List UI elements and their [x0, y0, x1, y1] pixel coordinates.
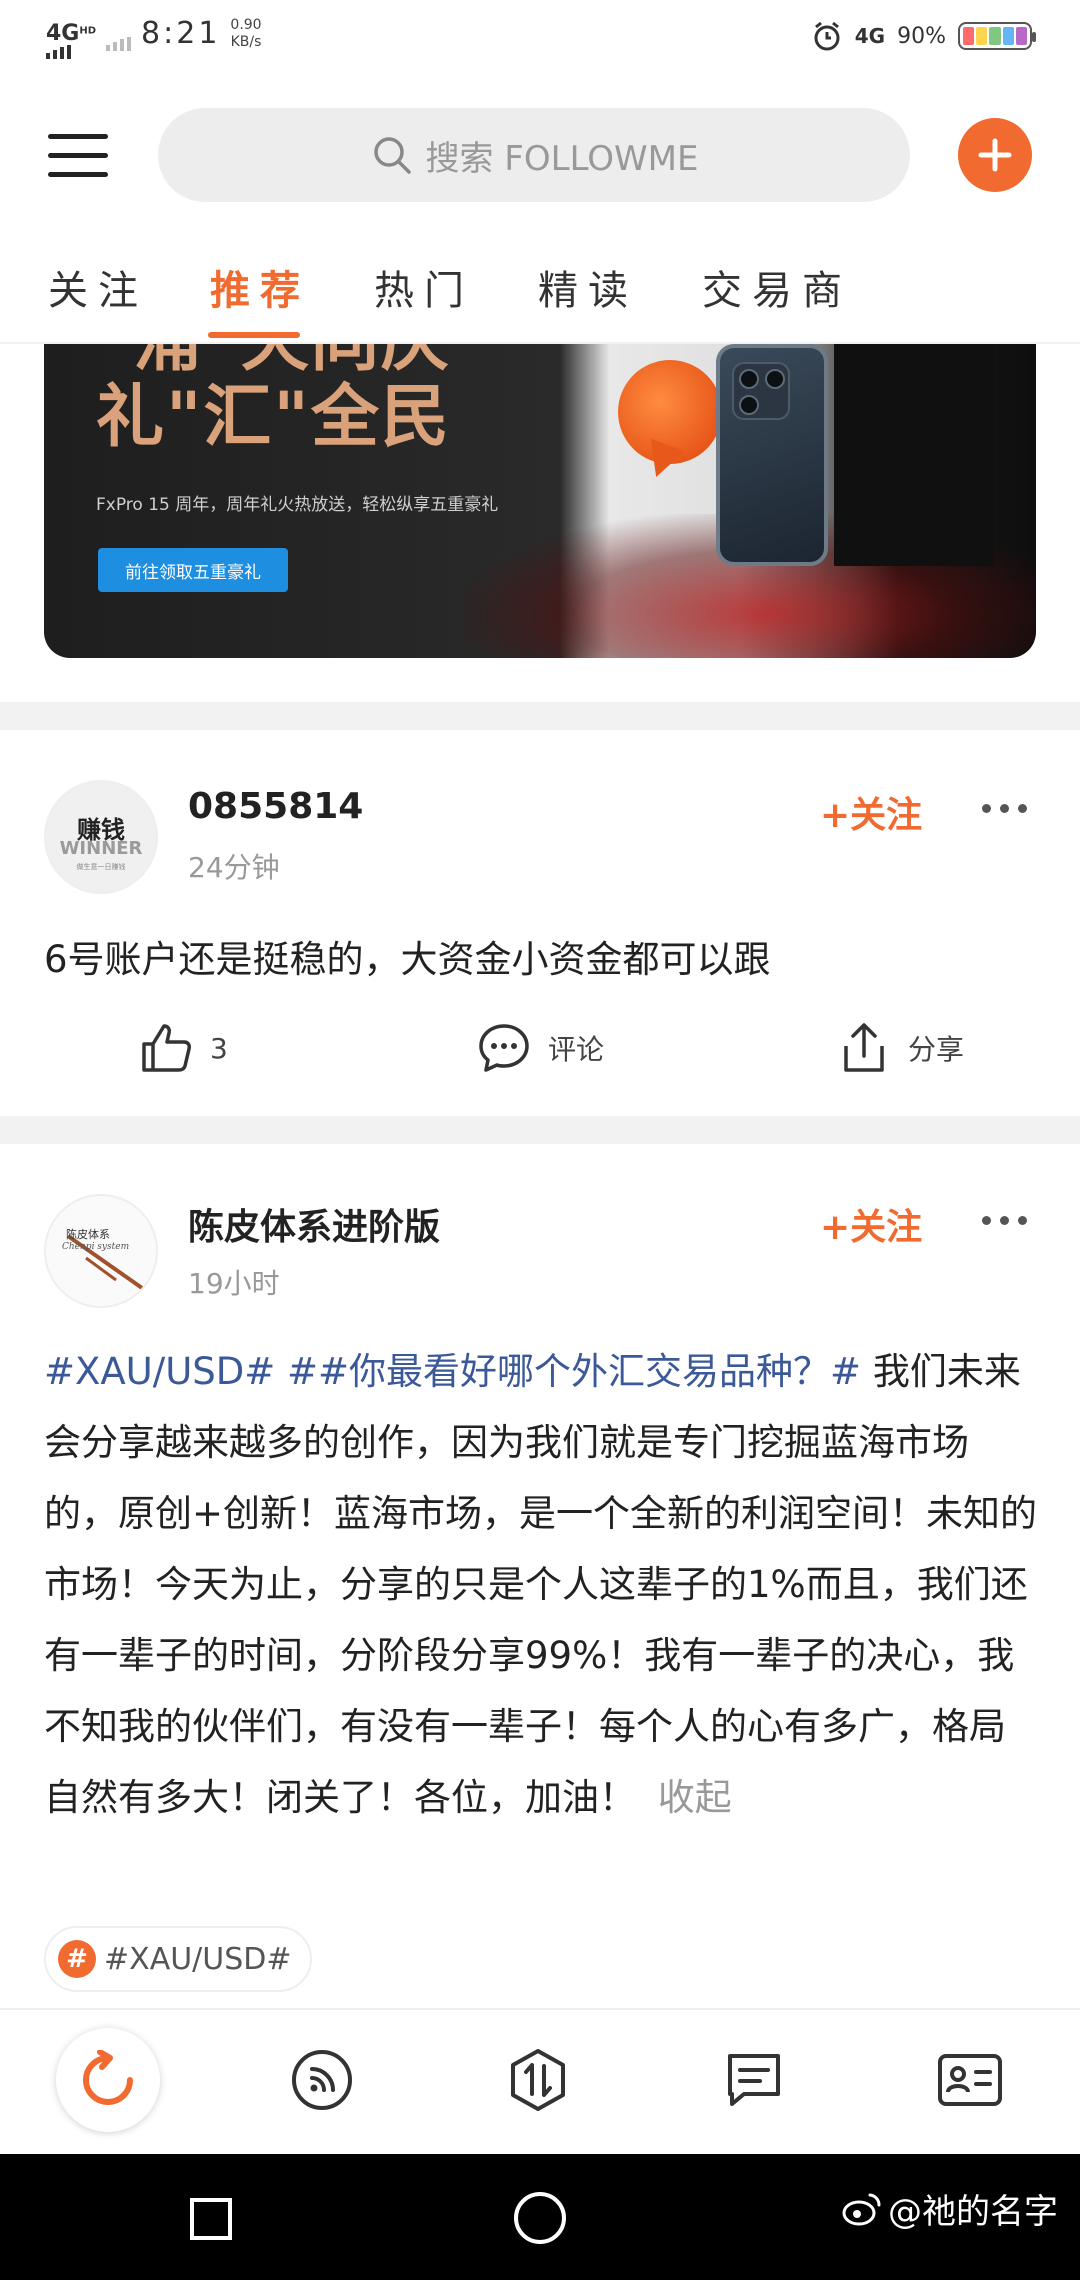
- battery-segment: [1015, 27, 1028, 45]
- product-box: [834, 344, 994, 566]
- trade-icon: [511, 2049, 565, 2111]
- menu-button[interactable]: [46, 126, 110, 186]
- share-icon: [844, 1023, 884, 1072]
- app-header: 搜索 FOLLOWME: [0, 108, 1080, 204]
- like-count: 3: [210, 1031, 228, 1065]
- system-navigation-bar: @祂的名字: [0, 2154, 1080, 2280]
- network-label: 4G: [46, 20, 80, 46]
- search-placeholder: 搜索 FOLLOWME: [425, 138, 699, 179]
- search-bar[interactable]: 搜索 FOLLOWME: [158, 108, 910, 202]
- message-icon: [728, 2054, 780, 2106]
- watermark: @祂的名字: [842, 2184, 1058, 2233]
- avatar[interactable]: 赚钱 WINNER 做生意一日赚钱: [44, 780, 158, 894]
- network-badge: HD: [79, 25, 97, 37]
- post-time: 19小时: [188, 1267, 280, 1300]
- banner-title-line1: "浦"天同庆: [96, 344, 451, 380]
- comment-label: 评论: [548, 1033, 605, 1066]
- avatar[interactable]: 陈皮体系 Chenpi system: [44, 1194, 158, 1308]
- hashtag-link[interactable]: ##你最看好哪个外汇交易品种？#: [287, 1350, 861, 1393]
- clock: 8:21: [141, 16, 221, 51]
- network-speed: 0.90 KB/s: [230, 17, 261, 51]
- weibo-icon: [842, 2193, 881, 2225]
- bottom-navigation: [0, 2008, 1080, 2154]
- camera-module: [732, 362, 790, 420]
- topic-tag-chip[interactable]: # #XAU/USD#: [44, 1926, 312, 1992]
- nav-profile[interactable]: [918, 2028, 1022, 2132]
- thumbs-up-icon: [142, 1024, 191, 1072]
- home-button[interactable]: [514, 2192, 566, 2244]
- status-left: 4GHD 8:21 0.90 KB/s: [46, 16, 262, 59]
- avatar-text-small: 做生意一日赚钱: [76, 863, 126, 871]
- active-tab-indicator: [208, 332, 300, 338]
- tab-brokers[interactable]: 交易商: [702, 258, 852, 316]
- network-indicator: 4GHD: [46, 20, 97, 59]
- avatar-text-main: 陈皮体系: [66, 1228, 110, 1241]
- author-name[interactable]: 0855814: [188, 786, 363, 827]
- signal-icon-secondary: [106, 36, 132, 51]
- post-content[interactable]: #XAU/USD# ##你最看好哪个外汇交易品种？# 我们未来会分享越来越多的创…: [44, 1336, 1040, 1833]
- signal-icon: [46, 44, 71, 59]
- recent-apps-button[interactable]: [190, 2198, 232, 2240]
- network-label-right: 4G: [854, 24, 886, 48]
- status-bar: 4GHD 8:21 0.90 KB/s 4G 90%: [0, 0, 1080, 82]
- nav-trade[interactable]: [486, 2028, 590, 2132]
- section-divider: [0, 1116, 1080, 1144]
- post-content[interactable]: 6号账户还是挺稳的，大资金小资金都可以跟: [44, 924, 1040, 995]
- author-name[interactable]: 陈皮体系进阶版: [188, 1198, 440, 1250]
- post-time: 24分钟: [188, 851, 280, 884]
- avatar-text-sub: WINNER: [59, 838, 143, 859]
- more-options-icon[interactable]: [982, 804, 1027, 813]
- profile-card-icon: [938, 2054, 1002, 2106]
- feed-icon: [292, 2050, 352, 2110]
- comment-button[interactable]: 评论: [476, 1020, 604, 1076]
- battery-segment: [1002, 27, 1014, 45]
- nav-messages[interactable]: [702, 2028, 806, 2132]
- battery-icon: [958, 22, 1036, 50]
- nav-home[interactable]: [56, 2028, 160, 2132]
- avatar-graphic: [66, 1234, 144, 1290]
- section-divider: [0, 702, 1080, 730]
- more-options-icon[interactable]: [982, 1216, 1027, 1225]
- battery-segment: [976, 27, 988, 45]
- speed-value: 0.90: [230, 16, 262, 33]
- like-button[interactable]: 3: [138, 1020, 228, 1076]
- tab-featured[interactable]: 精读: [538, 258, 638, 316]
- search-icon: [373, 137, 411, 174]
- menu-icon: [48, 134, 108, 139]
- tab-hot[interactable]: 热门: [374, 258, 474, 316]
- status-right: 4G 90%: [811, 20, 1036, 52]
- collapse-link[interactable]: 收起: [658, 1776, 732, 1819]
- avatar-text-sub: Chenpi system: [62, 1242, 130, 1252]
- nav-feed[interactable]: [270, 2028, 374, 2132]
- banner-title-line2: 礼"汇"全民: [96, 378, 451, 457]
- topic-tag-label: #XAU/USD#: [104, 1941, 292, 1977]
- comment-icon: [479, 1024, 529, 1072]
- tab-following[interactable]: 关注: [48, 258, 148, 316]
- speed-unit: KB/s: [230, 33, 262, 50]
- plus-icon: [978, 138, 1012, 172]
- battery-segment: [989, 27, 1001, 45]
- battery-segment: [963, 27, 975, 45]
- banner-subtitle: FxPro 15 周年，周年礼火热放送，轻松纵享五重豪礼: [96, 495, 499, 515]
- refresh-icon: [83, 2050, 133, 2105]
- promo-banner[interactable]: "浦"天同庆 礼"汇"全民 FxPro 15 周年，周年礼火热放送，轻松纵享五重…: [44, 344, 1036, 658]
- battery-percent: 90%: [897, 23, 946, 49]
- hashtag-link[interactable]: #XAU/USD#: [44, 1350, 275, 1393]
- watermark-text: @祂的名字: [888, 2192, 1058, 2232]
- category-tabs: 关注 推荐 热门 精读 交易商: [0, 244, 1080, 344]
- tab-recommended[interactable]: 推荐: [210, 258, 310, 316]
- share-button[interactable]: 分享: [836, 1020, 964, 1076]
- share-label: 分享: [908, 1033, 965, 1066]
- add-post-button[interactable]: [958, 118, 1032, 192]
- follow-button[interactable]: +关注: [820, 786, 922, 838]
- hashtag-icon: #: [58, 1940, 96, 1978]
- post-body: 我们未来会分享越来越多的创作，因为我们就是专门挖掘蓝海市场的，原创+创新！蓝海市…: [44, 1350, 1038, 1819]
- follow-button[interactable]: +关注: [820, 1198, 922, 1250]
- phone-image: [716, 344, 828, 566]
- alarm-icon: [814, 21, 840, 51]
- banner-cta-button[interactable]: 前往领取五重豪礼: [98, 548, 288, 592]
